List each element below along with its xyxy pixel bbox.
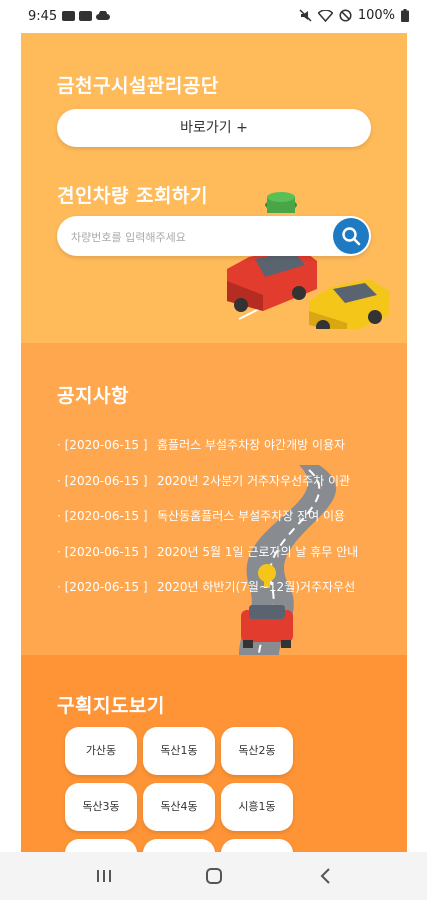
wifi-icon bbox=[317, 9, 333, 22]
battery-icon bbox=[401, 9, 409, 22]
notice-item[interactable]: · [2020-06-15 ] 2020년 2사분기 거주자우선주차 이관 bbox=[57, 471, 372, 507]
district-button[interactable]: 독산4동 bbox=[143, 783, 215, 831]
notice-item-title: 2020년 하반기(7월~12월)거주자우선 bbox=[157, 580, 356, 594]
back-icon[interactable] bbox=[318, 867, 332, 885]
district-button[interactable]: 가산동 bbox=[65, 727, 137, 775]
search-icon bbox=[342, 227, 361, 246]
notice-title: 공지사항 bbox=[57, 385, 129, 407]
header-panel: 금천구시설관리공단 바로가기 + 견인차량 조회하기 bbox=[21, 33, 407, 343]
notice-item-title: 독산동홈플러스 부설주차장 잔여 이용 bbox=[157, 509, 346, 523]
search-button[interactable] bbox=[333, 218, 369, 254]
district-map-title: 구획지도보기 bbox=[57, 695, 165, 717]
vehicle-search-box bbox=[57, 216, 371, 256]
navigation-bar bbox=[0, 852, 427, 900]
notice-item-title: 2020년 5월 1일 근로자의 날 휴무 안내 bbox=[157, 544, 359, 559]
district-button[interactable]: 시흥1동 bbox=[221, 783, 293, 831]
recent-apps-icon[interactable] bbox=[96, 868, 112, 884]
notice-item-title: 홈플러스 부설주차장 야간개방 이용자 bbox=[157, 438, 346, 452]
vehicle-number-input[interactable] bbox=[69, 226, 323, 248]
district-button[interactable]: 독산1동 bbox=[143, 727, 215, 775]
system-status: 100% bbox=[299, 8, 409, 23]
district-map-panel: 구획지도보기 가산동 독산1동 독산2동 독산3동 독산4동 시흥1동 bbox=[21, 655, 407, 887]
notice-date: · [2020-06-15 ] bbox=[57, 544, 148, 559]
notice-panel: 공지사항 · [2020-06-15 ] 홈플러스 부설주차장 야간개방 이용자 … bbox=[21, 343, 407, 655]
notice-date: · [2020-06-15 ] bbox=[57, 473, 148, 488]
district-button[interactable]: 독산3동 bbox=[65, 783, 137, 831]
notice-item[interactable]: · [2020-06-15 ] 2020년 하반기(7월~12월)거주자우선 bbox=[57, 577, 372, 613]
youtube-icon bbox=[62, 11, 75, 21]
mute-icon bbox=[299, 9, 312, 22]
notice-date: · [2020-06-15 ] bbox=[57, 438, 148, 452]
home-icon[interactable] bbox=[206, 868, 222, 884]
notice-item[interactable]: · [2020-06-15 ] 홈플러스 부설주차장 야간개방 이용자 bbox=[57, 435, 372, 471]
district-button[interactable]: 독산2동 bbox=[221, 727, 293, 775]
notice-list: · [2020-06-15 ] 홈플러스 부설주차장 야간개방 이용자 · [20… bbox=[57, 435, 372, 613]
notice-date: · [2020-06-15 ] bbox=[57, 509, 148, 523]
notice-item-title: 2020년 2사분기 거주자우선주차 이관 bbox=[157, 473, 351, 488]
notice-item[interactable]: · [2020-06-15 ] 독산동홈플러스 부설주차장 잔여 이용 bbox=[57, 506, 372, 542]
block-icon bbox=[339, 9, 352, 22]
cars-illustration bbox=[227, 192, 389, 329]
status-bar: 9:45 100% bbox=[0, 0, 427, 33]
notification-icons bbox=[62, 11, 110, 21]
notice-date: · [2020-06-15 ] bbox=[57, 580, 148, 594]
youtube-icon bbox=[79, 11, 92, 21]
status-time: 9:45 bbox=[28, 9, 58, 24]
organization-title: 금천구시설관리공단 bbox=[57, 75, 219, 97]
shortcut-button[interactable]: 바로가기 + bbox=[57, 109, 371, 147]
notice-item[interactable]: · [2020-06-15 ] 2020년 5월 1일 근로자의 날 휴무 안내 bbox=[57, 542, 372, 578]
battery-percent: 100% bbox=[357, 8, 395, 23]
tow-search-title: 견인차량 조회하기 bbox=[57, 185, 208, 207]
cloud-icon bbox=[96, 11, 110, 20]
